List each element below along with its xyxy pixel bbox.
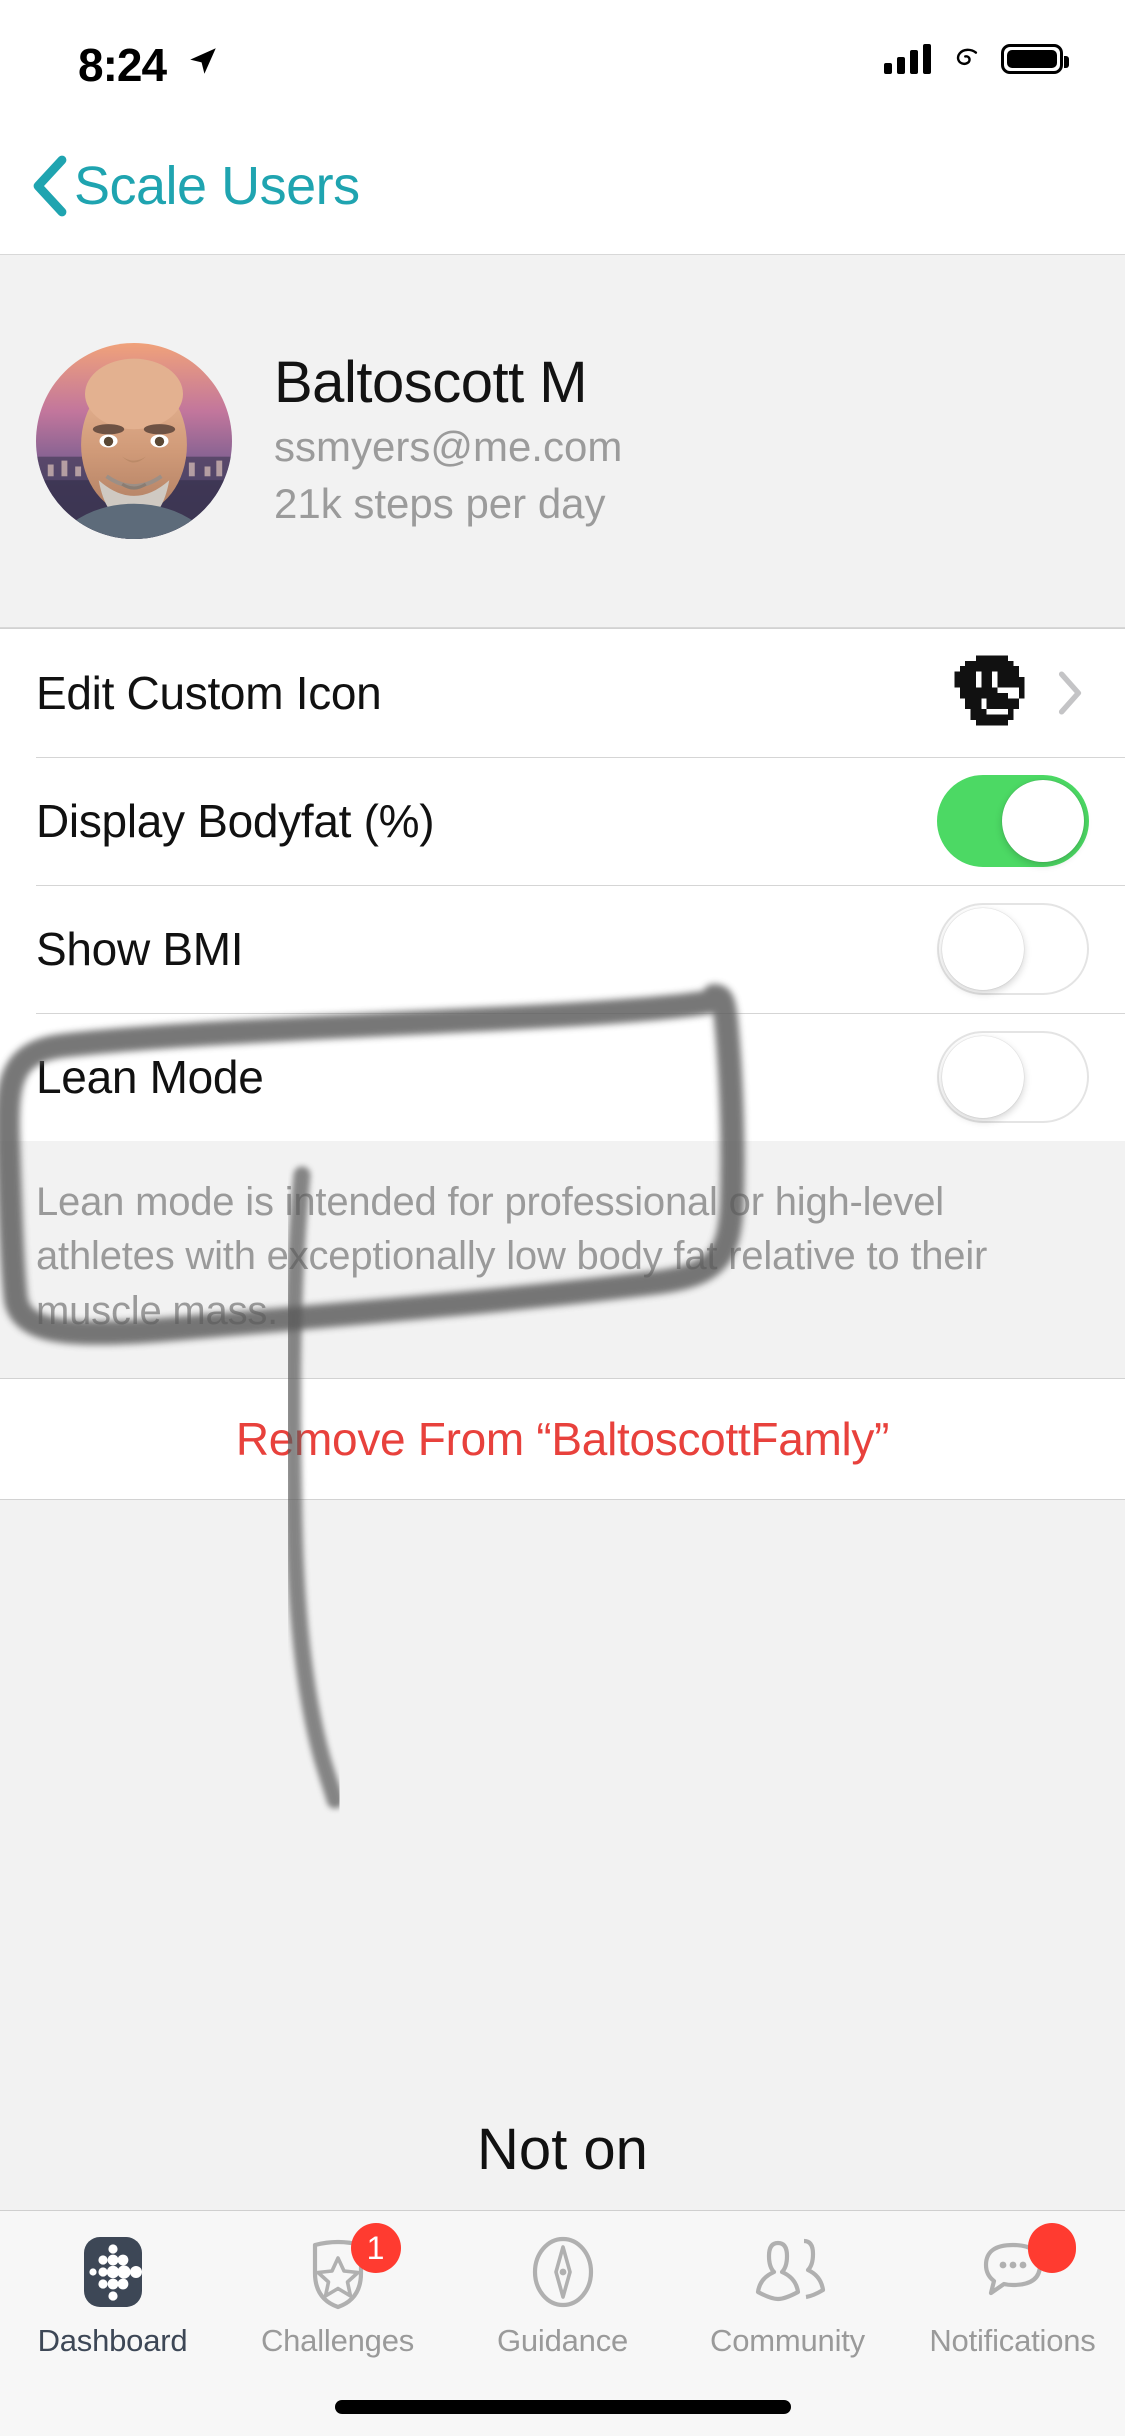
navigation-bar: Scale Users — [0, 132, 1125, 254]
annotation-note: Not on — [0, 2116, 1125, 2183]
row-display-bodyfat[interactable]: Display Bodyfat (%) — [0, 757, 1125, 885]
pixel-ghost-icon — [949, 650, 1035, 736]
status-bar-indicators — [884, 42, 1063, 76]
status-bar-time: 8:24 — [78, 38, 166, 92]
back-button[interactable]: Scale Users — [30, 154, 360, 218]
phone-screen: 8:24 Scale Users — [0, 0, 1125, 2436]
profile-name: Baltoscott M — [274, 351, 622, 416]
remove-from-family-label: Remove From “BaltoscottFamly” — [236, 1412, 889, 1466]
row-label-display-bodyfat: Display Bodyfat (%) — [36, 794, 434, 848]
fitbit-dots-icon — [70, 2229, 156, 2315]
badge-notifications — [1028, 2223, 1076, 2273]
cellular-bars-icon — [884, 44, 931, 74]
row-label-show-bmi: Show BMI — [36, 922, 243, 976]
tab-community[interactable]: Community — [675, 2211, 900, 2371]
row-accessory-display-bodyfat — [937, 775, 1089, 867]
toggle-show-bmi[interactable] — [937, 903, 1089, 995]
profile-header: Baltoscott M ssmyers@me.com 21k steps pe… — [0, 254, 1125, 628]
back-button-label: Scale Users — [74, 159, 360, 213]
row-lean-mode[interactable]: Lean Mode — [0, 1013, 1125, 1141]
profile-steps: 21k steps per day — [274, 477, 622, 531]
avatar — [36, 343, 232, 539]
chevron-left-icon — [30, 154, 70, 218]
tab-label-guidance: Guidance — [497, 2323, 628, 2359]
toggle-knob — [942, 1036, 1024, 1118]
row-label-edit-custom-icon: Edit Custom Icon — [36, 666, 381, 720]
lean-mode-description: Lean mode is intended for professional o… — [0, 1141, 1125, 1378]
row-accessory-show-bmi — [937, 903, 1089, 995]
settings-scroll-view[interactable]: Baltoscott M ssmyers@me.com 21k steps pe… — [0, 254, 1125, 2436]
row-label-lean-mode: Lean Mode — [36, 1050, 263, 1104]
toggle-lean-mode[interactable] — [937, 1031, 1089, 1123]
tab-label-challenges: Challenges — [261, 2323, 414, 2359]
toggle-display-bodyfat[interactable] — [937, 775, 1089, 867]
chat-bubble-icon — [970, 2229, 1056, 2315]
location-arrow-icon — [186, 44, 220, 78]
two-people-icon — [745, 2229, 831, 2315]
tab-label-dashboard: Dashboard — [38, 2323, 188, 2359]
toggle-knob — [1002, 780, 1084, 862]
tab-notifications[interactable]: Notifications — [900, 2211, 1125, 2371]
row-accessory-lean-mode — [937, 1031, 1089, 1123]
wifi-icon — [947, 42, 985, 76]
profile-text: Baltoscott M ssmyers@me.com 21k steps pe… — [274, 351, 622, 531]
tab-challenges[interactable]: 1 Challenges — [225, 2211, 450, 2371]
chevron-right-icon — [1057, 670, 1083, 716]
status-bar: 8:24 — [0, 0, 1125, 132]
toggle-knob — [942, 908, 1024, 990]
tab-label-community: Community — [710, 2323, 865, 2359]
settings-group: Edit Custom Icon — [0, 628, 1125, 1141]
badge-challenges: 1 — [351, 2223, 401, 2273]
tab-dashboard[interactable]: Dashboard — [0, 2211, 225, 2371]
row-accessory-edit-custom-icon — [949, 650, 1089, 736]
tab-guidance[interactable]: Guidance — [450, 2211, 675, 2371]
shield-star-icon: 1 — [295, 2229, 381, 2315]
tab-label-notifications: Notifications — [929, 2323, 1095, 2359]
home-indicator — [335, 2400, 791, 2414]
remove-from-family-button[interactable]: Remove From “BaltoscottFamly” — [0, 1378, 1125, 1500]
compass-icon — [520, 2229, 606, 2315]
battery-full-icon — [1001, 44, 1063, 74]
avatar-photo — [36, 343, 232, 539]
profile-email: ssmyers@me.com — [274, 420, 622, 474]
row-show-bmi[interactable]: Show BMI — [0, 885, 1125, 1013]
row-edit-custom-icon[interactable]: Edit Custom Icon — [0, 629, 1125, 757]
